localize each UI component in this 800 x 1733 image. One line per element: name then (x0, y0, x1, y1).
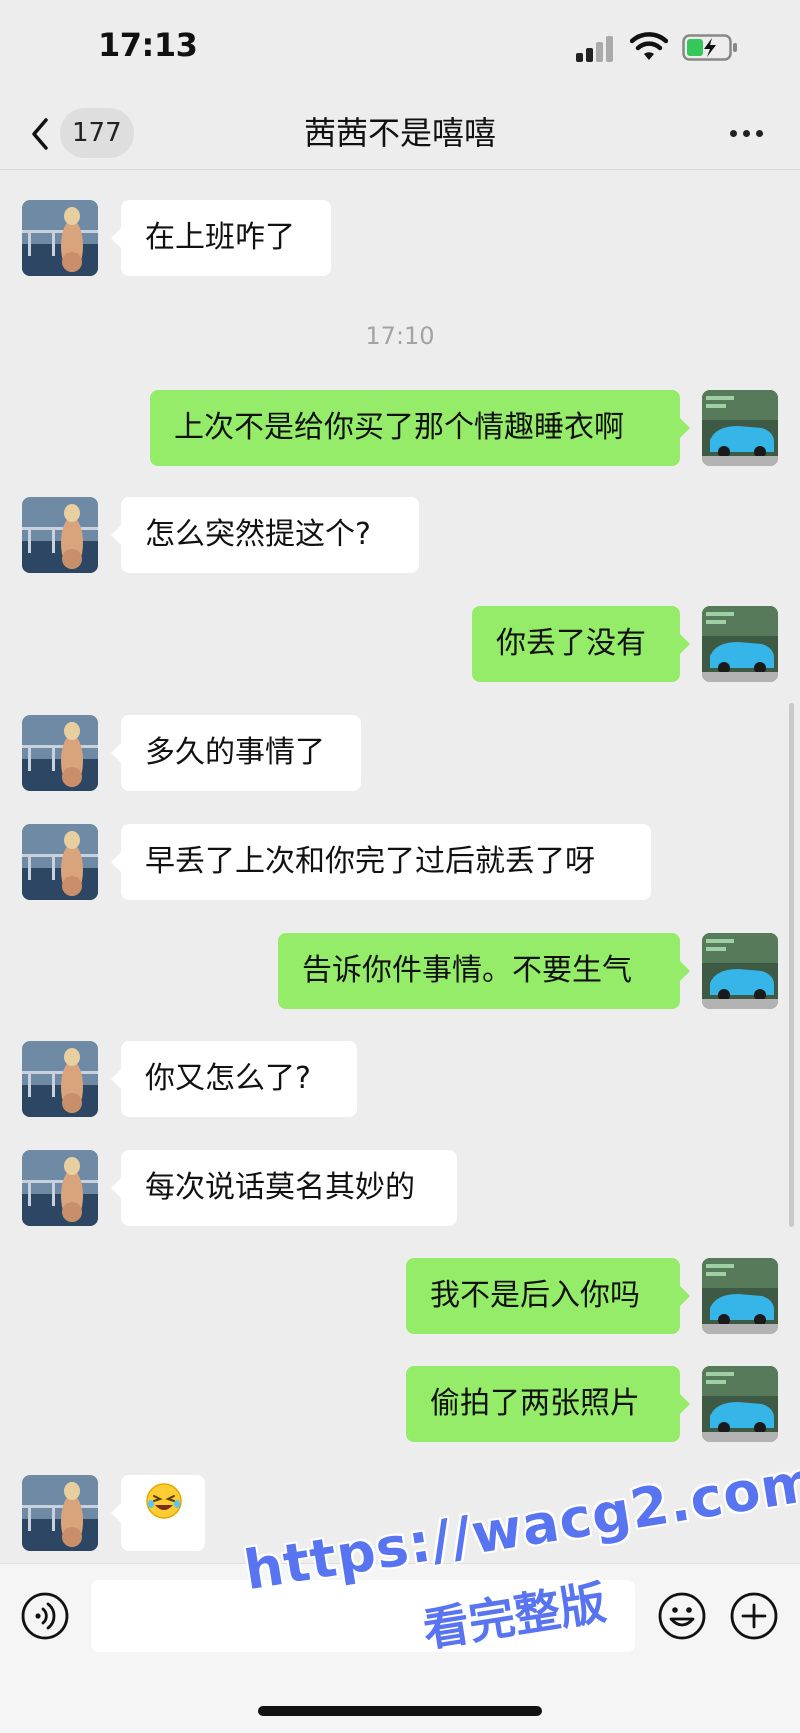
voice-input-icon[interactable] (20, 1591, 70, 1641)
status-bar: 17:13 (0, 0, 800, 100)
message-bubble[interactable]: 偷拍了两张照片 (406, 1366, 690, 1442)
home-indicator (258, 1706, 542, 1716)
message-bubble[interactable]: 在上班咋了 (111, 200, 331, 276)
contact-avatar[interactable] (22, 1150, 98, 1226)
contact-avatar[interactable] (22, 715, 98, 791)
more-options-icon[interactable] (728, 120, 766, 144)
cellular-signal-icon (576, 34, 618, 62)
message-bubble[interactable]: 怎么突然提这个? (111, 497, 419, 573)
my-avatar[interactable] (702, 390, 778, 466)
message-text: 怎么突然提这个? (145, 517, 371, 552)
message-bubble[interactable]: 多久的事情了 (111, 715, 361, 791)
message-text: 偷拍了两张照片 (430, 1386, 640, 1421)
status-time: 17:13 (98, 26, 198, 64)
chat-header: 177 茜茜不是嘻嘻 (0, 100, 800, 170)
my-avatar[interactable] (702, 1366, 778, 1442)
message-text: 你丢了没有 (496, 626, 646, 661)
contact-avatar[interactable] (22, 824, 98, 900)
message-bubble[interactable]: 上次不是给你买了那个情趣睡衣啊 (150, 390, 690, 466)
watermark-caption: 看完整版 (419, 1575, 610, 1658)
my-avatar[interactable] (702, 1258, 778, 1334)
message-bubble[interactable]: 告诉你件事情。不要生气 (278, 933, 690, 1009)
watermark: https://wacg2.com 看完整版 (240, 1449, 800, 1680)
my-avatar[interactable] (702, 933, 778, 1009)
message-bubble[interactable]: 你丢了没有 (472, 606, 690, 682)
message-bubble[interactable]: 每次说话莫名其妙的 (111, 1150, 457, 1226)
my-avatar[interactable] (702, 606, 778, 682)
wifi-icon (630, 32, 668, 60)
message-text: 上次不是给你买了那个情趣睡衣啊 (174, 410, 624, 445)
message-text: 我不是后入你吗 (430, 1278, 640, 1313)
contact-avatar[interactable] (22, 200, 98, 276)
message-bubble[interactable] (111, 1473, 205, 1551)
message-text: 多久的事情了 (145, 735, 325, 770)
message-timestamp: 17:10 (365, 322, 435, 350)
message-bubble[interactable]: 我不是后入你吗 (406, 1258, 690, 1334)
message-bubble[interactable]: 早丢了上次和你完了过后就丢了呀 (111, 824, 651, 900)
laughing-tears-emoji-icon (145, 1473, 183, 1549)
contact-avatar[interactable] (22, 1475, 98, 1551)
message-text: 每次说话莫名其妙的 (145, 1170, 415, 1205)
message-bubble[interactable]: 你又怎么了? (111, 1041, 357, 1117)
chat-title: 茜茜不是嘻嘻 (303, 114, 496, 152)
contact-avatar[interactable] (22, 1041, 98, 1117)
contact-avatar[interactable] (22, 497, 98, 573)
battery-charging-icon (682, 34, 737, 61)
message-text: 在上班咋了 (145, 220, 295, 255)
scrollbar[interactable] (789, 703, 794, 1227)
message-text: 告诉你件事情。不要生气 (302, 953, 632, 988)
message-text: 早丢了上次和你完了过后就丢了呀 (145, 844, 595, 879)
message-text: 你又怎么了? (145, 1061, 311, 1096)
